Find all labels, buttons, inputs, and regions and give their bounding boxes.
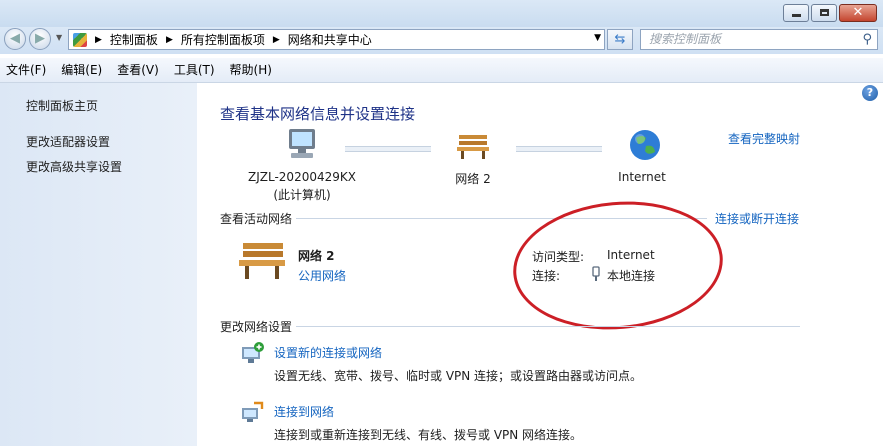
globe-icon xyxy=(630,130,660,160)
sidebar-item-control-panel-home[interactable]: 控制面板主页 xyxy=(26,97,98,114)
new-connection-icon xyxy=(242,342,264,363)
maximize-icon xyxy=(820,9,829,16)
network-type-link[interactable]: 公用网络 xyxy=(298,267,346,284)
sidebar: 控制面板主页 更改适配器设置 更改高级共享设置 xyxy=(0,83,197,446)
setup-connection-link[interactable]: 设置新的连接或网络 xyxy=(274,344,382,361)
search-input[interactable]: 搜索控制面板 ⚲ xyxy=(640,29,878,50)
menu-file[interactable]: 文件(F) xyxy=(0,58,52,82)
map-connector-line xyxy=(516,146,602,152)
minimize-icon xyxy=(792,14,801,17)
breadcrumb-network-center[interactable]: 网络和共享中心 xyxy=(288,31,372,48)
breadcrumb-separator-icon[interactable]: ▶ xyxy=(166,35,173,45)
change-settings-heading: 更改网络设置 xyxy=(220,320,293,334)
minimize-button[interactable] xyxy=(783,4,809,22)
computer-icon xyxy=(289,129,315,158)
page-title: 查看基本网络信息并设置连接 xyxy=(220,105,416,123)
menu-tools[interactable]: 工具(T) xyxy=(168,58,221,82)
connect-disconnect-link[interactable]: 连接或断开连接 xyxy=(715,210,799,227)
connect-network-icon xyxy=(242,401,264,422)
breadcrumb-control-panel[interactable]: 控制面板 xyxy=(110,31,158,48)
address-toolbar: ◀ ▶ ▼ ▶ 控制面板 ▶ 所有控制面板项 ▶ 网络和共享中心 ▼ ⇆ 搜索控… xyxy=(0,27,883,54)
close-button[interactable]: ✕ xyxy=(839,4,877,22)
bench-icon xyxy=(457,135,489,159)
view-full-map-link[interactable]: 查看完整映射 xyxy=(728,130,800,147)
forward-button[interactable]: ▶ xyxy=(29,28,51,50)
annotation-ellipse xyxy=(507,193,729,338)
section-divider xyxy=(296,326,800,327)
active-networks-heading: 查看活动网络 xyxy=(220,212,293,226)
menu-help[interactable]: 帮助(H) xyxy=(224,58,278,82)
computer-name: ZJZL-20200429KX xyxy=(248,170,356,184)
window-controls: ✕ xyxy=(781,4,877,22)
connect-network-desc: 连接到或重新连接到无线、有线、拨号或 VPN 网络连接。 xyxy=(274,428,583,442)
recent-pages-dropdown[interactable]: ▼ xyxy=(56,33,62,42)
menu-bar: 文件(F) 编辑(E) 查看(V) 工具(T) 帮助(H) xyxy=(0,58,883,83)
map-internet-label: Internet xyxy=(618,170,666,184)
address-dropdown-icon[interactable]: ▼ xyxy=(594,33,601,43)
refresh-button[interactable]: ⇆ xyxy=(607,29,633,50)
breadcrumb-separator-icon[interactable]: ▶ xyxy=(95,35,102,45)
breadcrumb-all-items[interactable]: 所有控制面板项 xyxy=(181,31,265,48)
sidebar-item-advanced-sharing[interactable]: 更改高级共享设置 xyxy=(26,158,122,175)
close-icon: ✕ xyxy=(852,5,864,20)
active-network-name: 网络 2 xyxy=(298,249,335,263)
connect-network-link[interactable]: 连接到网络 xyxy=(274,403,334,420)
forward-arrow-icon: ▶ xyxy=(35,31,45,46)
refresh-icon: ⇆ xyxy=(614,32,626,47)
menu-view[interactable]: 查看(V) xyxy=(111,58,165,82)
public-network-bench-icon xyxy=(239,243,285,279)
address-bar[interactable]: ▶ 控制面板 ▶ 所有控制面板项 ▶ 网络和共享中心 ▼ xyxy=(68,29,605,50)
search-placeholder: 搜索控制面板 xyxy=(649,32,722,46)
setup-connection-desc: 设置无线、宽带、拨号、临时或 VPN 连接；或设置路由器或访问点。 xyxy=(274,369,643,383)
map-connector-line xyxy=(345,146,431,152)
control-panel-icon xyxy=(73,32,87,47)
breadcrumb-separator-icon[interactable]: ▶ xyxy=(273,35,280,45)
maximize-button[interactable] xyxy=(811,4,837,22)
main-content: ? 查看基本网络信息并设置连接 查看完整映射 ZJZL-20200429KX (… xyxy=(197,83,883,446)
back-button[interactable]: ◀ xyxy=(4,28,26,50)
search-icon[interactable]: ⚲ xyxy=(862,30,872,49)
help-icon[interactable]: ? xyxy=(862,85,878,101)
back-arrow-icon: ◀ xyxy=(10,31,20,46)
menu-edit[interactable]: 编辑(E) xyxy=(55,58,108,82)
map-network-label: 网络 2 xyxy=(455,172,491,186)
sidebar-item-adapter-settings[interactable]: 更改适配器设置 xyxy=(26,133,110,150)
computer-subtitle: (此计算机) xyxy=(273,188,331,202)
window-title-bar: ✕ xyxy=(0,0,883,27)
